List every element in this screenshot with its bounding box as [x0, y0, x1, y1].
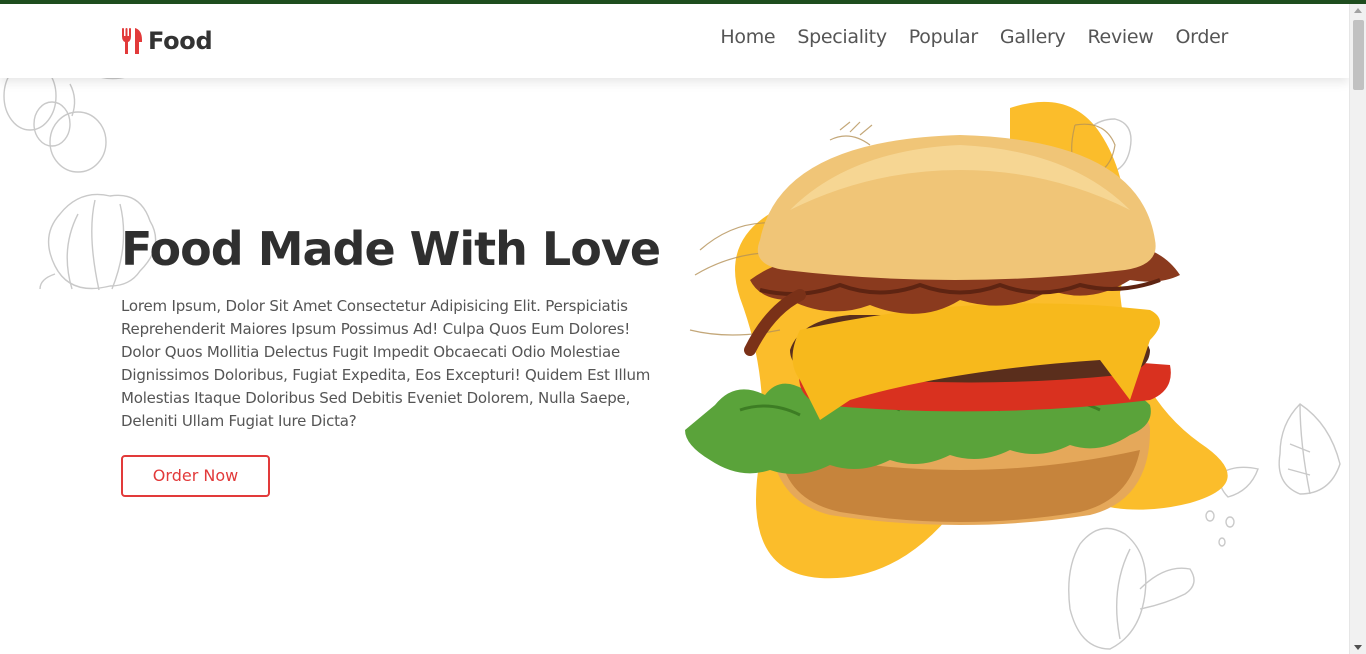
scroll-down-arrow-icon[interactable] [1354, 645, 1362, 650]
hero-title: Food Made With Love [121, 222, 661, 276]
burger-image [685, 101, 1228, 579]
nav-link-gallery[interactable]: Gallery [1000, 26, 1066, 48]
navbar: Food Home Speciality Popular Gallery Rev… [0, 4, 1349, 78]
nav-link-popular[interactable]: Popular [909, 26, 978, 48]
brand-name: Food [148, 27, 213, 55]
page-scrollbar[interactable] [1349, 4, 1366, 654]
nav-link-home[interactable]: Home [720, 26, 775, 48]
hero-description: Lorem Ipsum, Dolor Sit Amet Consectetur … [121, 296, 651, 430]
nav-link-order[interactable]: Order [1176, 26, 1229, 48]
scroll-up-arrow-icon[interactable] [1354, 8, 1362, 13]
nav-link-review[interactable]: Review [1088, 26, 1154, 48]
brand-logo[interactable]: Food [120, 24, 213, 58]
main-nav: Home Speciality Popular Gallery Review O… [720, 26, 1228, 48]
scroll-thumb[interactable] [1353, 20, 1364, 90]
fork-knife-icon [122, 28, 142, 54]
order-now-button[interactable]: Order Now [121, 454, 270, 497]
hero-content: Food Made With Love Lorem Ipsum, Dolor S… [121, 224, 666, 497]
page: Food Home Speciality Popular Gallery Rev… [0, 4, 1349, 654]
nav-link-speciality[interactable]: Speciality [797, 26, 887, 48]
